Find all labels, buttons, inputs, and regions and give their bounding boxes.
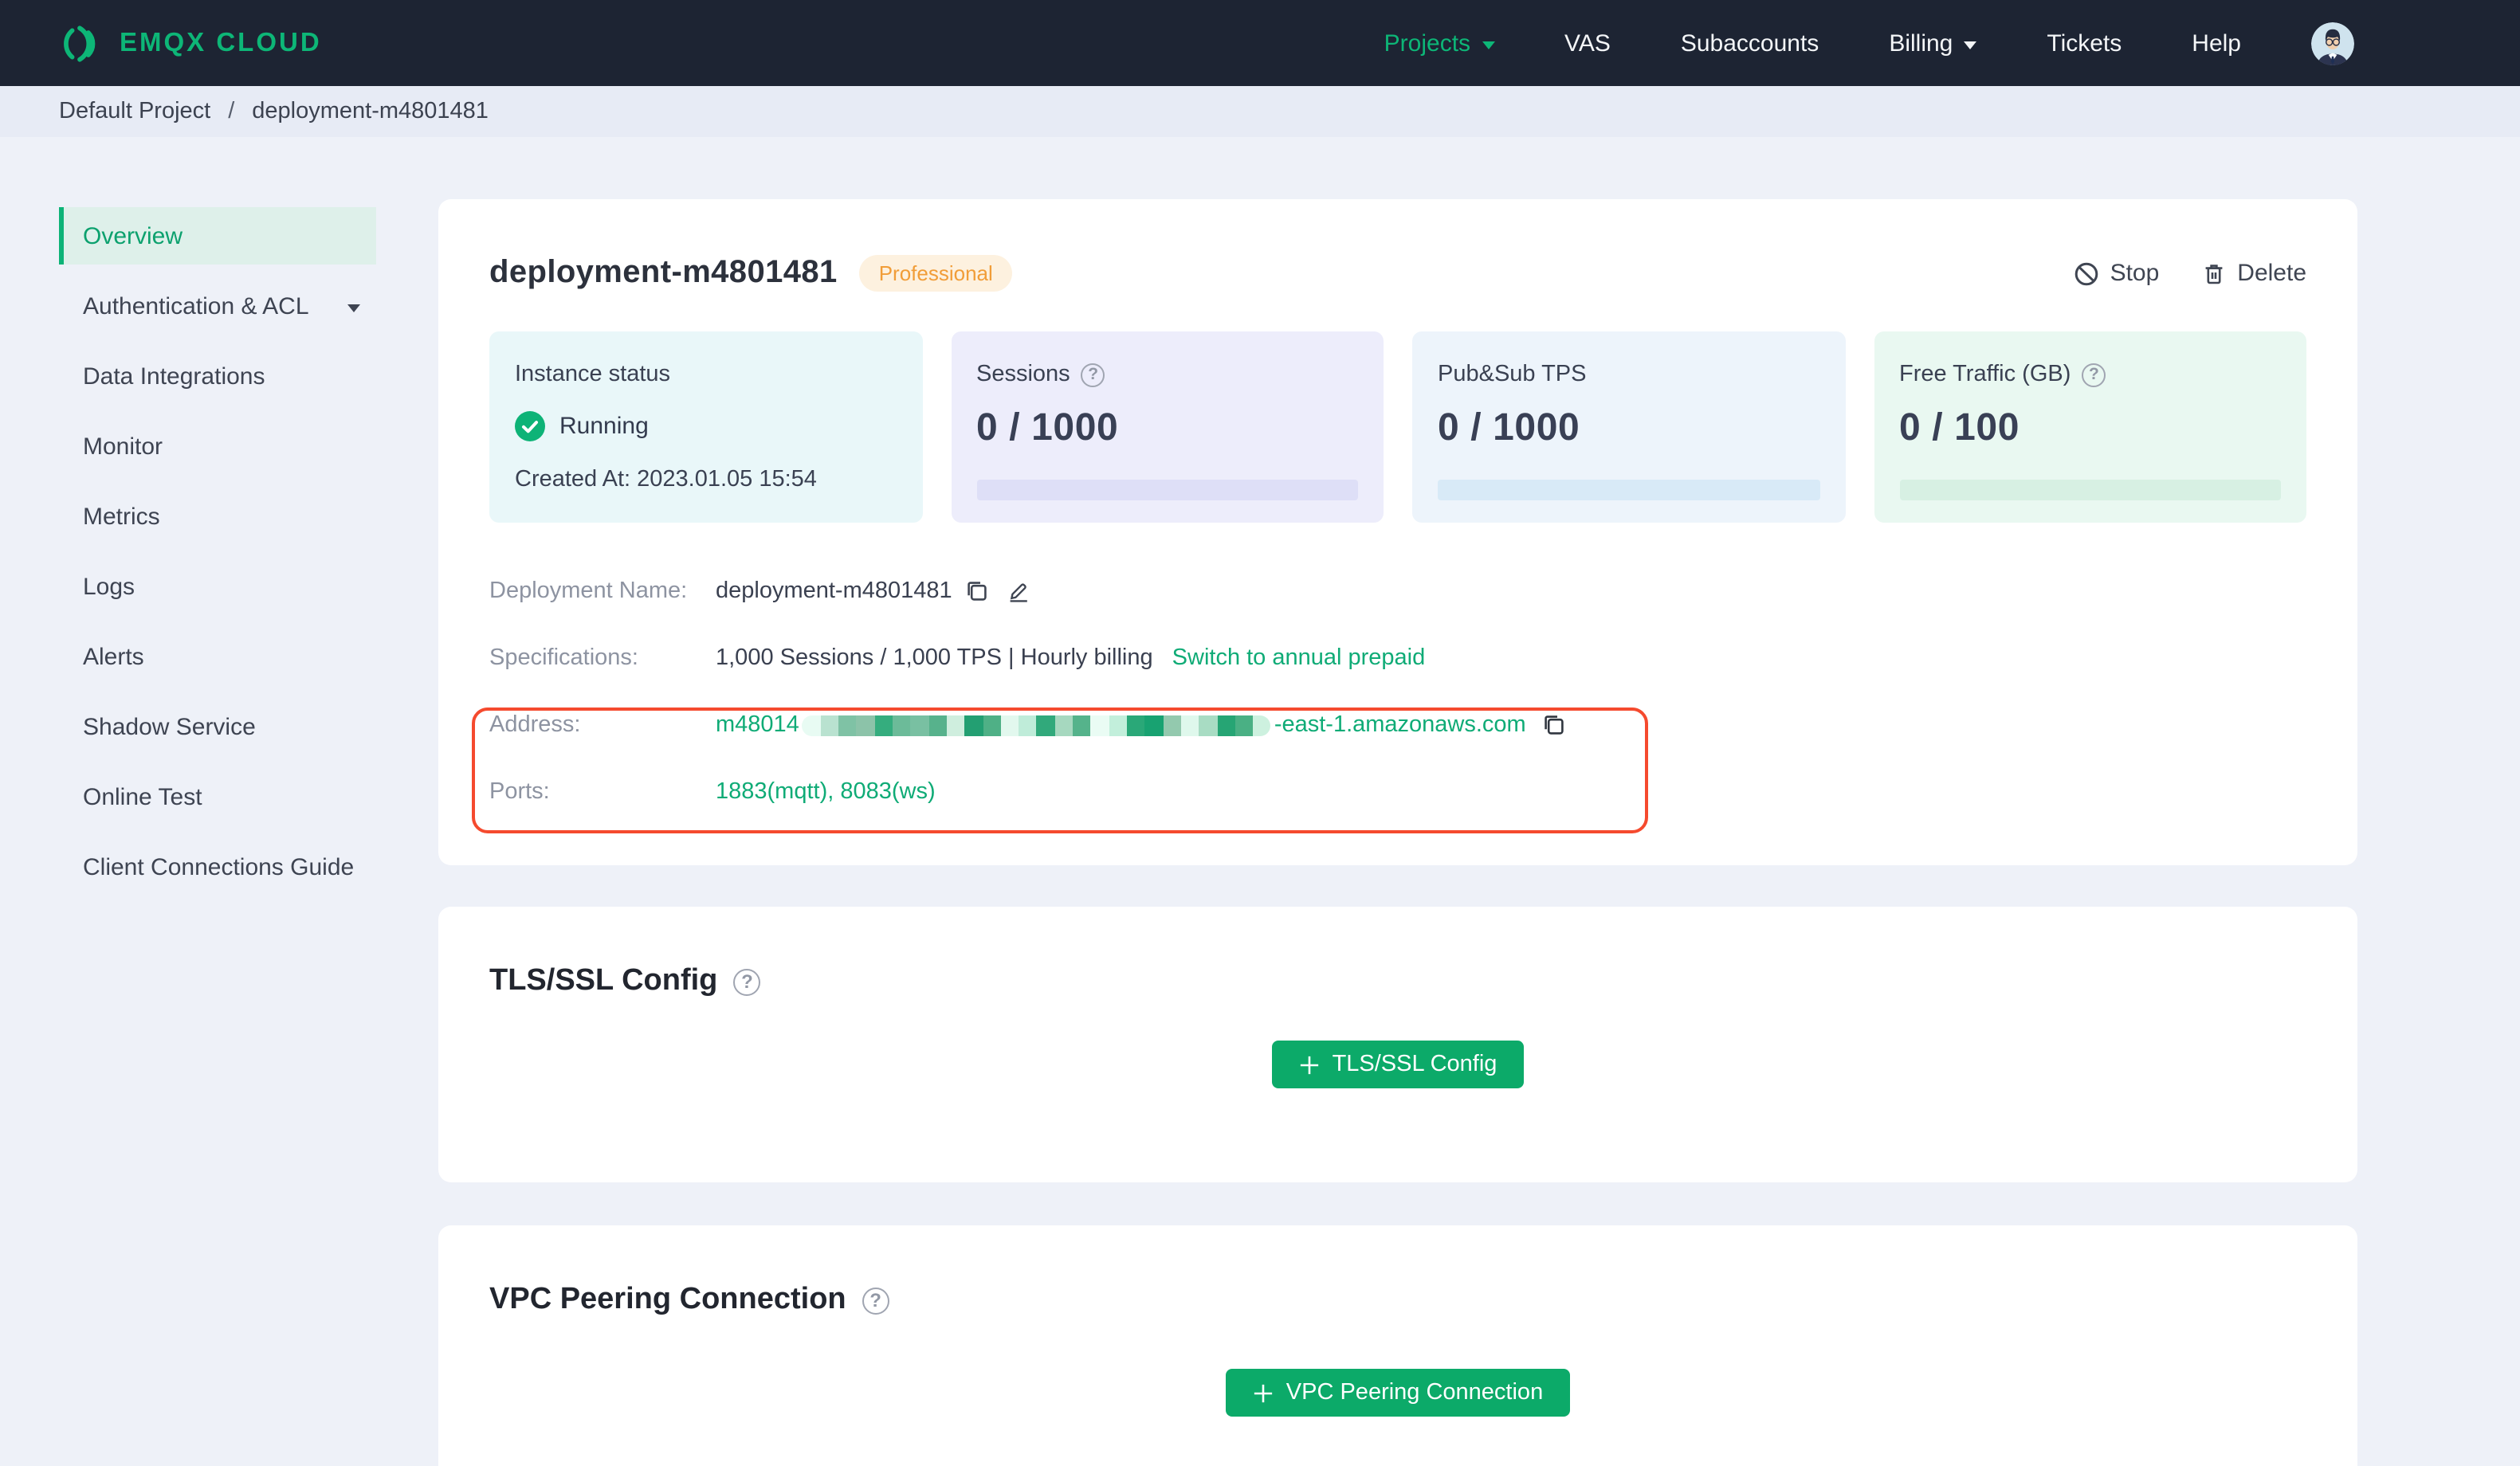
delete-button[interactable]: Delete <box>2200 260 2306 287</box>
plus-icon <box>1253 1382 1274 1403</box>
tls-ssl-section: TLS/SSL Config ? TLS/SSL Config <box>438 907 2357 1182</box>
specifications-row: Specifications: 1,000 Sessions / 1,000 T… <box>489 645 1426 671</box>
nav-vas[interactable]: VAS <box>1564 29 1611 57</box>
deployment-name-row: Deployment Name: deployment-m4801481 <box>489 558 2306 625</box>
check-circle-icon <box>515 411 545 441</box>
stat-instance-status: Instance status Running Created At: 2023… <box>489 331 922 523</box>
deployment-info: Deployment Name: deployment-m4801481 Spe… <box>472 558 2306 833</box>
chevron-down-icon <box>1964 41 1977 49</box>
stop-button[interactable]: Stop <box>2074 260 2159 287</box>
sessions-progress-bar <box>976 480 1358 500</box>
deployment-overview-card: deployment-m4801481 Professional Stop De… <box>438 199 2357 865</box>
nav-billing[interactable]: Billing <box>1889 29 1977 57</box>
status-badge: Running <box>559 413 649 440</box>
logo[interactable]: EMQX CLOUD <box>59 22 322 65</box>
vpc-section-title: VPC Peering Connection <box>489 1283 846 1316</box>
nav-help[interactable]: Help <box>2192 29 2241 57</box>
help-icon[interactable]: ? <box>2082 363 2106 386</box>
stat-sessions: Sessions ? 0 / 1000 <box>951 331 1384 523</box>
app: EMQX CLOUD Projects VAS Subaccounts Bill… <box>0 0 2520 1466</box>
stats-row: Instance status Running Created At: 2023… <box>489 331 2306 523</box>
topbar: EMQX CLOUD Projects VAS Subaccounts Bill… <box>0 0 2520 86</box>
user-avatar[interactable] <box>2311 22 2354 65</box>
sidebar-item-alerts[interactable]: Alerts <box>59 628 376 685</box>
sidebar-item-online-test[interactable]: Online Test <box>59 768 376 825</box>
stat-free-traffic: Free Traffic (GB) ? 0 / 100 <box>1874 331 2306 523</box>
help-icon[interactable]: ? <box>733 968 761 995</box>
sidebar-item-metrics[interactable]: Metrics <box>59 488 376 545</box>
add-vpc-peering-button[interactable]: VPC Peering Connection <box>1225 1369 1571 1417</box>
sidebar: Overview Authentication & ACL Data Integ… <box>59 207 376 908</box>
help-icon[interactable]: ? <box>862 1287 889 1314</box>
deployment-name-value: deployment-m4801481 <box>716 578 952 604</box>
logo-text: EMQX CLOUD <box>120 28 322 57</box>
edit-icon[interactable] <box>1007 578 1032 604</box>
address-redaction <box>802 715 1271 735</box>
nav-projects[interactable]: Projects <box>1384 29 1495 57</box>
copy-icon[interactable] <box>1542 712 1568 738</box>
main-content: deployment-m4801481 Professional Stop De… <box>438 199 2357 1466</box>
chevron-down-icon <box>1482 41 1495 49</box>
traffic-progress-bar <box>1899 480 2281 500</box>
specifications-value: 1,000 Sessions / 1,000 TPS | Hourly bill… <box>716 645 1153 671</box>
ports-row: Ports: 1883(mqtt), 8083(ws) <box>489 779 936 805</box>
nav-tickets[interactable]: Tickets <box>2047 29 2122 57</box>
sidebar-item-shadow-service[interactable]: Shadow Service <box>59 698 376 755</box>
plan-badge: Professional <box>859 255 1012 292</box>
address-prefix: m48014 <box>716 712 799 738</box>
top-navigation: Projects VAS Subaccounts Billing Tickets… <box>1384 22 2354 65</box>
sidebar-item-authentication-acl[interactable]: Authentication & ACL <box>59 277 376 335</box>
sidebar-item-monitor[interactable]: Monitor <box>59 417 376 475</box>
address-suffix: -east-1.amazonaws.com <box>1274 712 1526 738</box>
created-at: Created At: 2023.01.05 15:54 <box>515 467 817 492</box>
emqx-logo-icon <box>59 22 102 65</box>
plus-icon <box>1299 1054 1320 1075</box>
ports-value: 1883(mqtt), 8083(ws) <box>716 779 936 805</box>
breadcrumb: Default Project / deployment-m4801481 <box>0 86 2520 137</box>
breadcrumb-project[interactable]: Default Project <box>59 99 210 124</box>
stat-pubsub-tps: Pub&Sub TPS 0 / 1000 <box>1412 331 1845 523</box>
copy-icon[interactable] <box>965 578 991 604</box>
page-title: deployment-m4801481 <box>489 255 838 290</box>
breadcrumb-deployment: deployment-m4801481 <box>252 99 489 124</box>
help-icon[interactable]: ? <box>1081 363 1105 386</box>
trash-icon <box>2200 261 2226 286</box>
sidebar-item-logs[interactable]: Logs <box>59 558 376 615</box>
chevron-down-icon <box>347 304 360 312</box>
tps-progress-bar <box>1438 480 1819 500</box>
vpc-peering-section: VPC Peering Connection ? VPC Peering Con… <box>438 1225 2357 1466</box>
address-row: Address: m48014 -east-1.amazonaws.com <box>489 692 2306 758</box>
stop-icon <box>2074 261 2099 286</box>
tls-section-title: TLS/SSL Config <box>489 964 718 998</box>
nav-subaccounts[interactable]: Subaccounts <box>1681 29 1819 57</box>
sidebar-item-overview[interactable]: Overview <box>59 207 376 265</box>
sidebar-item-client-connections-guide[interactable]: Client Connections Guide <box>59 838 376 896</box>
connection-info: Address: m48014 -east-1.amazonaws.com Po… <box>472 692 2306 833</box>
switch-annual-link[interactable]: Switch to annual prepaid <box>1172 645 1426 671</box>
add-tls-ssl-config-button[interactable]: TLS/SSL Config <box>1271 1041 1525 1088</box>
breadcrumb-separator: / <box>228 99 235 124</box>
sidebar-item-data-integrations[interactable]: Data Integrations <box>59 347 376 405</box>
